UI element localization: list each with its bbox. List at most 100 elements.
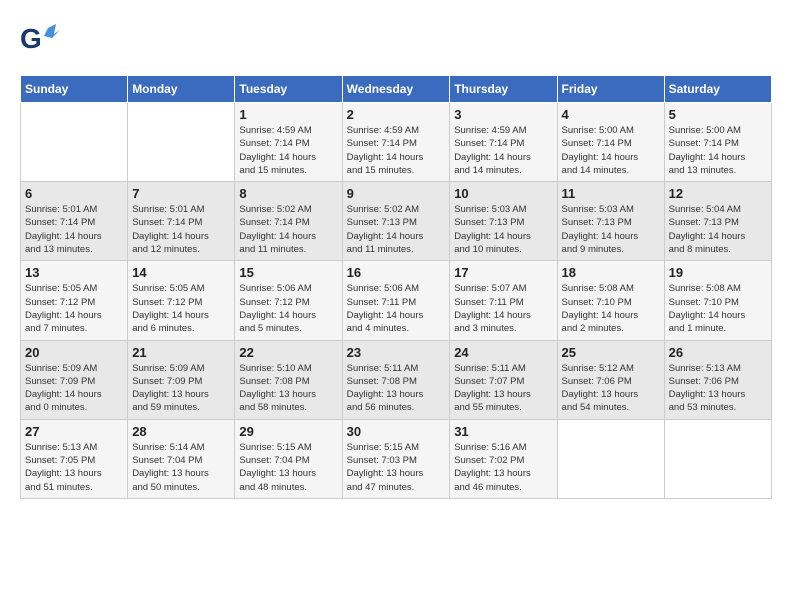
calendar-cell: 4Sunrise: 5:00 AM Sunset: 7:14 PM Daylig…: [557, 103, 664, 182]
day-number: 8: [239, 186, 337, 201]
calendar-cell: 7 Sunrise: 5:01 AM Sunset: 7:14 PM Daylig…: [128, 182, 235, 261]
calendar-cell: 6 Sunrise: 5:01 AM Sunset: 7:14 PM Daylig…: [21, 182, 128, 261]
weekday-header-thursday: Thursday: [450, 76, 557, 103]
day-info: Sunrise: 5:08 AM Sunset: 7:10 PM Dayligh…: [562, 282, 660, 335]
calendar-week-2: 6 Sunrise: 5:01 AM Sunset: 7:14 PM Daylig…: [21, 182, 772, 261]
calendar-cell: 29Sunrise: 5:15 AM Sunset: 7:04 PM Dayli…: [235, 419, 342, 498]
day-number: 13: [25, 265, 123, 280]
day-info: Sunrise: 5:13 AM Sunset: 7:05 PM Dayligh…: [25, 441, 123, 494]
day-number: 18: [562, 265, 660, 280]
calendar-cell: 8Sunrise: 5:02 AM Sunset: 7:14 PM Daylig…: [235, 182, 342, 261]
day-number: 27: [25, 424, 123, 439]
weekday-header-friday: Friday: [557, 76, 664, 103]
day-number: 21: [132, 345, 230, 360]
day-info: Sunrise: 4:59 AM Sunset: 7:14 PM Dayligh…: [239, 124, 337, 177]
day-info: Sunrise: 5:07 AM Sunset: 7:11 PM Dayligh…: [454, 282, 552, 335]
day-info: Sunrise: 5:15 AM Sunset: 7:04 PM Dayligh…: [239, 441, 337, 494]
calendar-cell: 16 Sunrise: 5:06 AM Sunset: 7:11 PM Dayli…: [342, 261, 450, 340]
day-info: Sunrise: 5:08 AM Sunset: 7:10 PM Dayligh…: [669, 282, 767, 335]
day-number: 23: [347, 345, 446, 360]
day-number: 9: [347, 186, 446, 201]
calendar-cell: [21, 103, 128, 182]
weekday-header-saturday: Saturday: [664, 76, 771, 103]
calendar-cell: 15Sunrise: 5:06 AM Sunset: 7:12 PM Dayli…: [235, 261, 342, 340]
day-info: Sunrise: 5:03 AM Sunset: 7:13 PM Dayligh…: [454, 203, 552, 256]
day-info: Sunrise: 5:01 AM Sunset: 7:14 PM Dayligh…: [25, 203, 123, 256]
day-number: 16: [347, 265, 446, 280]
day-number: 12: [669, 186, 767, 201]
calendar-cell: 31 Sunrise: 5:16 AM Sunset: 7:02 PM Dayli…: [450, 419, 557, 498]
calendar-cell: 25Sunrise: 5:12 AM Sunset: 7:06 PM Dayli…: [557, 340, 664, 419]
day-number: 3: [454, 107, 552, 122]
day-number: 28: [132, 424, 230, 439]
day-info: Sunrise: 5:05 AM Sunset: 7:12 PM Dayligh…: [132, 282, 230, 335]
logo: G: [20, 20, 64, 65]
day-number: 31: [454, 424, 552, 439]
weekday-header-tuesday: Tuesday: [235, 76, 342, 103]
day-info: Sunrise: 5:06 AM Sunset: 7:11 PM Dayligh…: [347, 282, 446, 335]
calendar-cell: 28 Sunrise: 5:14 AM Sunset: 7:04 PM Dayli…: [128, 419, 235, 498]
day-number: 5: [669, 107, 767, 122]
day-number: 20: [25, 345, 123, 360]
calendar-cell: 18 Sunrise: 5:08 AM Sunset: 7:10 PM Dayli…: [557, 261, 664, 340]
calendar-cell: 30 Sunrise: 5:15 AM Sunset: 7:03 PM Dayli…: [342, 419, 450, 498]
day-info: Sunrise: 5:02 AM Sunset: 7:13 PM Dayligh…: [347, 203, 446, 256]
calendar-cell: [664, 419, 771, 498]
day-info: Sunrise: 5:01 AM Sunset: 7:14 PM Dayligh…: [132, 203, 230, 256]
calendar-week-3: 13 Sunrise: 5:05 AM Sunset: 7:12 PM Dayli…: [21, 261, 772, 340]
day-number: 7: [132, 186, 230, 201]
day-number: 26: [669, 345, 767, 360]
calendar-cell: 19 Sunrise: 5:08 AM Sunset: 7:10 PM Dayli…: [664, 261, 771, 340]
day-number: 25: [562, 345, 660, 360]
logo-icon: G: [20, 20, 60, 65]
day-number: 10: [454, 186, 552, 201]
day-info: Sunrise: 5:10 AM Sunset: 7:08 PM Dayligh…: [239, 362, 337, 415]
day-info: Sunrise: 5:04 AM Sunset: 7:13 PM Dayligh…: [669, 203, 767, 256]
calendar-cell: 26 Sunrise: 5:13 AM Sunset: 7:06 PM Dayli…: [664, 340, 771, 419]
calendar-cell: 3Sunrise: 4:59 AM Sunset: 7:14 PM Daylig…: [450, 103, 557, 182]
calendar-week-5: 27 Sunrise: 5:13 AM Sunset: 7:05 PM Dayli…: [21, 419, 772, 498]
day-info: Sunrise: 5:13 AM Sunset: 7:06 PM Dayligh…: [669, 362, 767, 415]
day-info: Sunrise: 5:16 AM Sunset: 7:02 PM Dayligh…: [454, 441, 552, 494]
weekday-header-row: SundayMondayTuesdayWednesdayThursdayFrid…: [21, 76, 772, 103]
calendar-week-4: 20 Sunrise: 5:09 AM Sunset: 7:09 PM Dayli…: [21, 340, 772, 419]
day-number: 2: [347, 107, 446, 122]
day-number: 17: [454, 265, 552, 280]
calendar-cell: 10 Sunrise: 5:03 AM Sunset: 7:13 PM Dayli…: [450, 182, 557, 261]
weekday-header-monday: Monday: [128, 76, 235, 103]
day-number: 30: [347, 424, 446, 439]
day-info: Sunrise: 5:15 AM Sunset: 7:03 PM Dayligh…: [347, 441, 446, 494]
calendar-cell: 5Sunrise: 5:00 AM Sunset: 7:14 PM Daylig…: [664, 103, 771, 182]
calendar-cell: 17 Sunrise: 5:07 AM Sunset: 7:11 PM Dayli…: [450, 261, 557, 340]
calendar-cell: 12 Sunrise: 5:04 AM Sunset: 7:13 PM Dayli…: [664, 182, 771, 261]
day-number: 6: [25, 186, 123, 201]
day-info: Sunrise: 5:05 AM Sunset: 7:12 PM Dayligh…: [25, 282, 123, 335]
calendar-cell: 20Sunrise: 5:09 AM Sunset: 7:09 PM Dayli…: [21, 340, 128, 419]
day-number: 22: [239, 345, 337, 360]
day-info: Sunrise: 5:14 AM Sunset: 7:04 PM Dayligh…: [132, 441, 230, 494]
calendar-cell: 23Sunrise: 5:11 AM Sunset: 7:08 PM Dayli…: [342, 340, 450, 419]
day-info: Sunrise: 5:11 AM Sunset: 7:07 PM Dayligh…: [454, 362, 552, 415]
day-number: 15: [239, 265, 337, 280]
page-header: G: [20, 20, 772, 65]
day-info: Sunrise: 5:00 AM Sunset: 7:14 PM Dayligh…: [562, 124, 660, 177]
day-number: 11: [562, 186, 660, 201]
calendar-cell: 14Sunrise: 5:05 AM Sunset: 7:12 PM Dayli…: [128, 261, 235, 340]
calendar-cell: [557, 419, 664, 498]
calendar-cell: 2 Sunrise: 4:59 AM Sunset: 7:14 PM Daylig…: [342, 103, 450, 182]
day-number: 19: [669, 265, 767, 280]
day-number: 1: [239, 107, 337, 122]
day-info: Sunrise: 4:59 AM Sunset: 7:14 PM Dayligh…: [347, 124, 446, 177]
day-info: Sunrise: 5:03 AM Sunset: 7:13 PM Dayligh…: [562, 203, 660, 256]
calendar-cell: 11 Sunrise: 5:03 AM Sunset: 7:13 PM Dayli…: [557, 182, 664, 261]
calendar-cell: 9 Sunrise: 5:02 AM Sunset: 7:13 PM Daylig…: [342, 182, 450, 261]
day-info: Sunrise: 5:09 AM Sunset: 7:09 PM Dayligh…: [132, 362, 230, 415]
weekday-header-sunday: Sunday: [21, 76, 128, 103]
day-number: 24: [454, 345, 552, 360]
calendar-cell: 21 Sunrise: 5:09 AM Sunset: 7:09 PM Dayli…: [128, 340, 235, 419]
calendar-cell: 24 Sunrise: 5:11 AM Sunset: 7:07 PM Dayli…: [450, 340, 557, 419]
calendar-cell: 13 Sunrise: 5:05 AM Sunset: 7:12 PM Dayli…: [21, 261, 128, 340]
weekday-header-wednesday: Wednesday: [342, 76, 450, 103]
calendar-week-1: 1 Sunrise: 4:59 AM Sunset: 7:14 PM Daylig…: [21, 103, 772, 182]
calendar-table: SundayMondayTuesdayWednesdayThursdayFrid…: [20, 75, 772, 499]
